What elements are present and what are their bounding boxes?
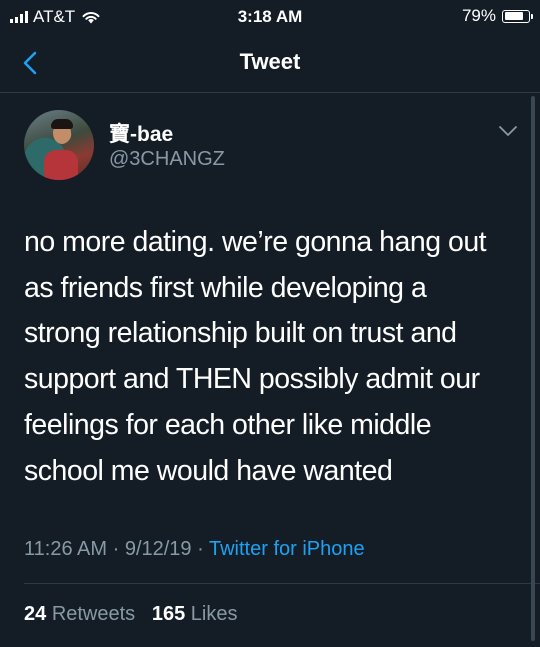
user-handle[interactable]: @3CHANGZ bbox=[109, 148, 225, 171]
likes-count: 165 bbox=[151, 603, 186, 625]
battery-icon bbox=[502, 9, 533, 23]
chevron-down-icon[interactable] bbox=[498, 124, 518, 138]
tweet-meta: 11:26 AM · 9/12/19 · Twitter for iPhone bbox=[24, 538, 365, 561]
battery-percent: 79% bbox=[461, 6, 496, 25]
clock: 3:18 AM bbox=[237, 7, 303, 26]
likes-label: Likes bbox=[190, 603, 238, 625]
retweets-label: Retweets bbox=[51, 603, 136, 625]
battery-nub bbox=[531, 13, 533, 19]
tweet-time: 11:26 AM bbox=[24, 538, 108, 560]
status-bar: AT&T 3:18 AM 79% bbox=[0, 0, 540, 34]
tweet-header: 寶-bae @3CHANGZ bbox=[24, 110, 524, 190]
status-right: 79% bbox=[461, 6, 533, 26]
retweets-link[interactable]: 24 Retweets bbox=[24, 603, 135, 625]
likes-link[interactable]: 165 Likes bbox=[152, 603, 238, 625]
battery-level bbox=[504, 12, 523, 20]
divider bbox=[24, 583, 540, 584]
display-name[interactable]: 寶-bae bbox=[109, 118, 173, 148]
tweet-date: 9/12/19 bbox=[124, 538, 192, 560]
nav-bar: Tweet bbox=[0, 36, 540, 93]
retweets-count: 24 bbox=[24, 603, 47, 625]
scrollbar[interactable] bbox=[531, 96, 535, 641]
tweet-stats: 24 Retweets 165 Likes bbox=[24, 603, 238, 626]
avatar[interactable] bbox=[24, 110, 94, 180]
page-title: Tweet bbox=[239, 49, 301, 74]
tweet-source-link[interactable]: Twitter for iPhone bbox=[209, 538, 365, 560]
tweet-text: no more dating. we’re gonna hang out as … bbox=[24, 226, 487, 487]
meta-separator: · bbox=[112, 538, 120, 560]
meta-separator: · bbox=[197, 538, 204, 560]
